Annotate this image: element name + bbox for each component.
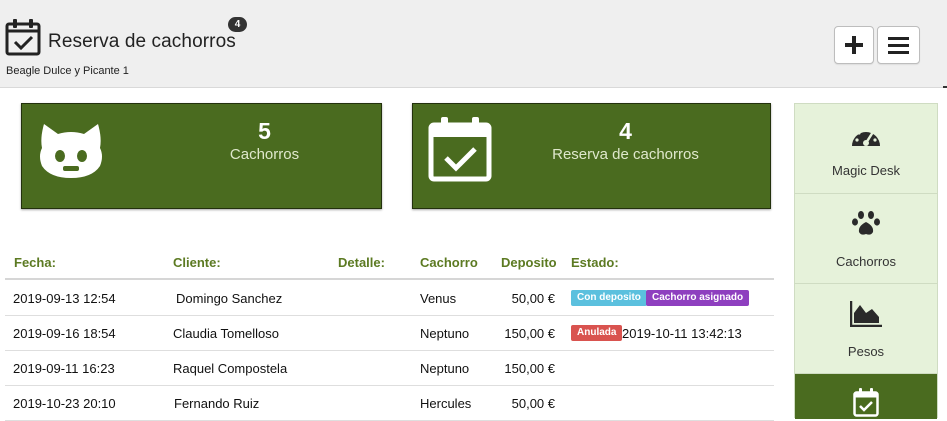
sidebar-item-label: Cachorros: [836, 254, 896, 269]
cell-fecha: 2019-09-16 18:54: [13, 326, 116, 341]
stat-label: Reserva de cachorros: [552, 146, 699, 163]
cell-fecha: 2019-09-13 12:54: [13, 291, 116, 306]
column-cliente[interactable]: Cliente:: [173, 255, 221, 270]
table-row[interactable]: 2019-09-11 16:23 Raquel Compostela Neptu…: [5, 351, 774, 386]
sidebar-item-magic-desk[interactable]: Magic Desk: [795, 104, 937, 194]
table-header: Fecha: Cliente: Detalle: Cachorro Deposi…: [5, 255, 774, 280]
count-badge: 4: [228, 17, 247, 32]
table-row[interactable]: 2019-10-23 20:10 Fernando Ruiz Hercules …: [5, 386, 774, 421]
column-estado[interactable]: Estado:: [571, 255, 619, 270]
page-header: Reserva de cachorros 4 Beagle Dulce y Pi…: [0, 0, 947, 88]
cell-deposito: 50,00 €: [511, 396, 555, 411]
column-detalle[interactable]: Detalle:: [338, 255, 385, 270]
calendar-check-icon: [5, 19, 41, 56]
sidebar-item-pesos[interactable]: Pesos: [795, 284, 937, 374]
hamburger-menu-icon: [888, 37, 909, 54]
github-cat-icon: [40, 124, 102, 178]
sidebar-item-label: Pesos: [847, 344, 885, 359]
menu-button[interactable]: [877, 26, 920, 64]
stat-value: 4: [619, 118, 632, 144]
plus-icon: [845, 36, 863, 54]
column-fecha[interactable]: Fecha:: [14, 255, 56, 270]
area-chart-icon: [850, 301, 882, 327]
stat-card-cachorros[interactable]: 5 Cachorros: [21, 103, 382, 209]
status-badge: Cachorro asignado: [646, 290, 750, 306]
cell-cliente: Raquel Compostela: [173, 361, 288, 376]
calendar-check-icon: [428, 117, 492, 182]
stat-value: 5: [258, 118, 271, 144]
status-badge: Anulada: [571, 325, 623, 341]
table-row[interactable]: 2019-09-13 12:54 Domingo Sanchez Venus 5…: [5, 281, 774, 316]
page-subtitle: Beagle Dulce y Picante 1: [6, 65, 129, 77]
paw-icon: [852, 211, 880, 235]
header-edge: [943, 86, 947, 88]
table-row[interactable]: 2019-09-16 18:54 Claudia Tomelloso Neptu…: [5, 316, 774, 351]
cell-fecha: 2019-09-11 16:23: [13, 361, 115, 376]
cell-fecha: 2019-10-23 20:10: [13, 396, 116, 411]
column-cachorro[interactable]: Cachorro: [420, 255, 478, 270]
calendar-check-icon: [853, 388, 879, 417]
sidebar-item-label: Magic Desk: [832, 163, 900, 178]
cell-cliente: Claudia Tomelloso: [173, 326, 279, 341]
page-title: Reserva de cachorros: [48, 31, 236, 52]
cell-deposito: 50,00 €: [511, 291, 555, 306]
cell-deposito: 150,00 €: [504, 361, 555, 376]
sidebar-nav: Magic Desk Cachorros Pesos: [794, 103, 938, 419]
add-button[interactable]: [834, 26, 874, 64]
cell-cachorro: Venus: [420, 291, 457, 306]
cell-cachorro: Neptuno: [420, 361, 470, 376]
status-badge: Con deposito: [571, 290, 647, 306]
cell-cliente: Fernando Ruiz: [174, 396, 260, 411]
stat-card-reservas[interactable]: 4 Reserva de cachorros: [412, 103, 771, 209]
sidebar-item-cachorros[interactable]: Cachorros: [795, 194, 937, 284]
cell-estado-date: 2019-10-11 13:42:13: [622, 326, 742, 341]
dashboard-gauge-icon: [852, 128, 880, 146]
cell-deposito: 150,00 €: [504, 326, 555, 341]
column-deposito[interactable]: Deposito: [501, 255, 557, 270]
sidebar-item-reservas[interactable]: [795, 374, 937, 419]
cell-cachorro: Neptuno: [420, 326, 470, 341]
stat-label: Cachorros: [229, 146, 300, 163]
cell-cachorro: Hercules: [420, 396, 472, 411]
cell-cliente: Domingo Sanchez: [176, 291, 283, 306]
